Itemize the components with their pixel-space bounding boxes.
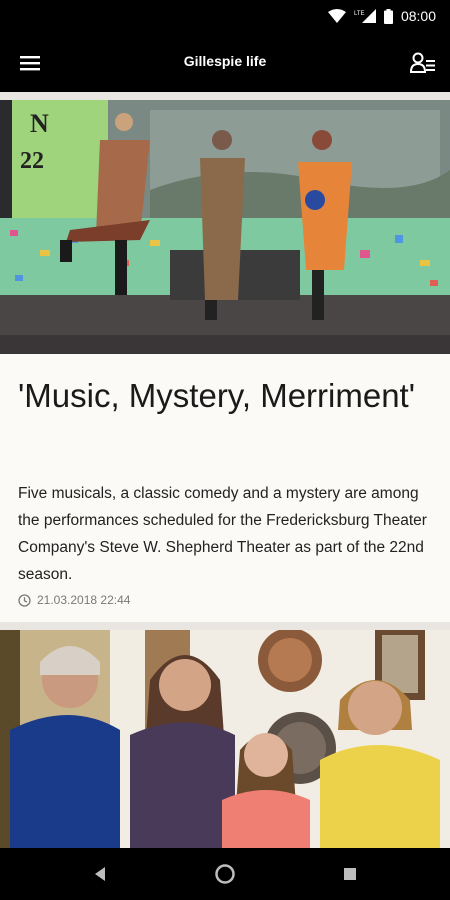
wifi-icon (327, 9, 346, 23)
profile-list-icon (410, 52, 435, 73)
back-button[interactable] (84, 858, 116, 890)
article-card[interactable]: N 22 'Music, Mystery, Merriment' Five mu… (0, 100, 450, 622)
home-icon (215, 864, 235, 884)
profile-button[interactable] (406, 46, 440, 80)
clock-icon (18, 593, 31, 607)
article-feed[interactable]: N 22 'Music, Mystery, Merriment' Five mu… (0, 92, 450, 848)
article-title[interactable]: 'Music, Mystery, Merriment' (18, 376, 438, 416)
recents-button[interactable] (334, 858, 366, 890)
actor-figure (200, 130, 245, 320)
signal-icon: LTE (354, 9, 376, 23)
article-summary[interactable]: Five musicals, a classic comedy and a my… (18, 480, 433, 588)
set-letter: N (30, 109, 49, 138)
article-meta: 21.03.2018 22:44 (18, 593, 130, 607)
article-card[interactable] (0, 630, 450, 848)
recents-icon (344, 868, 356, 880)
status-icons: LTE 08:00 (327, 8, 436, 24)
back-icon (95, 867, 105, 881)
article-image[interactable]: N 22 (0, 100, 450, 354)
article-date: 21.03.2018 22:44 (37, 593, 131, 607)
navigation-bar (0, 848, 450, 900)
status-time: 08:00 (400, 8, 436, 24)
battery-icon (383, 8, 393, 24)
app-title: Gillespie life (183, 53, 267, 69)
set-number: 22 (20, 148, 44, 174)
article-image[interactable] (0, 630, 450, 848)
status-bar: LTE 08:00 (0, 0, 450, 34)
app-bar: Gillespie life (0, 34, 450, 92)
network-label: LTE (354, 11, 365, 17)
home-button[interactable] (209, 858, 241, 890)
